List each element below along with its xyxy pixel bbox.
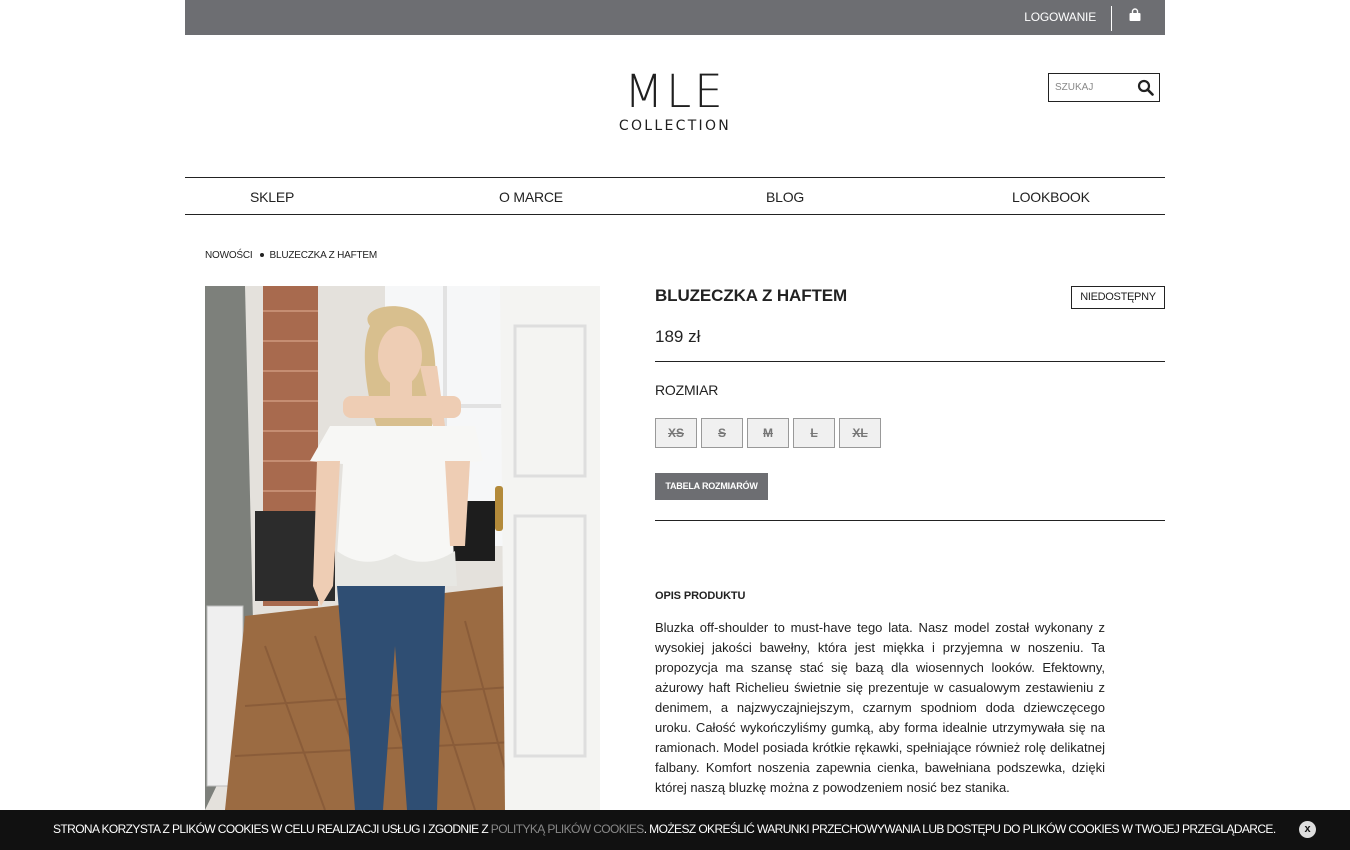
description-title: OPIS PRODUKTU <box>655 590 746 602</box>
size-option-l[interactable]: L <box>793 418 835 448</box>
size-label: ROZMIAR <box>655 382 719 398</box>
breadcrumb-separator <box>259 252 264 257</box>
brand-logo[interactable]: MLE COLLECTION <box>600 65 750 135</box>
product-price: 189 zł <box>655 327 701 346</box>
size-chart-button[interactable]: TABELA ROZMIARÓW <box>655 473 768 500</box>
cookie-bar: STRONA KORZYSTA Z PLIKÓW COOKIES W CELU … <box>0 810 1350 850</box>
cookie-text-end: . MOŻESZ OKREŚLIĆ WARUNKI PRZECHOWYWANIA… <box>643 822 1276 836</box>
login-link[interactable]: LOGOWANIE <box>1024 10 1096 24</box>
nav-item-o-marce[interactable]: O MARCE <box>499 189 563 205</box>
logo-subtitle: COLLECTION <box>618 118 732 134</box>
nav-item-lookbook[interactable]: LOOKBOOK <box>1012 189 1090 205</box>
availability-badge: NIEDOSTĘPNY <box>1071 286 1165 309</box>
divider <box>655 520 1165 521</box>
main-nav: SKLEP O MARCE BLOG LOOKBOOK <box>185 177 1165 215</box>
search-icon[interactable] <box>1137 79 1154 96</box>
logo-wordmark: MLE <box>624 65 726 118</box>
nav-item-blog[interactable]: BLOG <box>766 189 804 205</box>
cookie-text-start: STRONA KORZYSTA Z PLIKÓW COOKIES W CELU … <box>53 822 491 836</box>
breadcrumb-item[interactable]: NOWOŚCI <box>205 250 253 261</box>
size-option-s[interactable]: S <box>701 418 743 448</box>
size-option-xl[interactable]: XL <box>839 418 881 448</box>
product-description: Bluzka off-shoulder to must-have tego la… <box>655 620 1105 795</box>
page: LOGOWANIE MLE COLLECTION SKLEP O MARCE B… <box>0 0 1350 850</box>
breadcrumb: NOWOŚCI BLUZECZKA Z HAFTEM <box>205 250 377 261</box>
cookie-policy-link[interactable]: POLITYKĄ PLIKÓW COOKIES <box>491 822 645 836</box>
nav-item-sklep[interactable]: SKLEP <box>250 189 294 205</box>
search-input[interactable] <box>1049 74 1134 101</box>
divider <box>655 361 1165 362</box>
size-option-m[interactable]: M <box>747 418 789 448</box>
shopping-bag-icon[interactable] <box>1128 8 1142 22</box>
breadcrumb-current: BLUZECZKA Z HAFTEM <box>269 250 378 261</box>
topbar-divider <box>1111 6 1112 31</box>
close-icon[interactable]: x <box>1299 821 1316 838</box>
size-option-xs[interactable]: XS <box>655 418 697 448</box>
product-photo[interactable] <box>205 286 600 810</box>
search-box <box>1048 73 1160 102</box>
product-title: BLUZECZKA Z HAFTEM <box>655 286 848 305</box>
top-bar: LOGOWANIE <box>185 0 1165 35</box>
cookie-message: STRONA KORZYSTA Z PLIKÓW COOKIES W CELU … <box>53 822 1276 836</box>
